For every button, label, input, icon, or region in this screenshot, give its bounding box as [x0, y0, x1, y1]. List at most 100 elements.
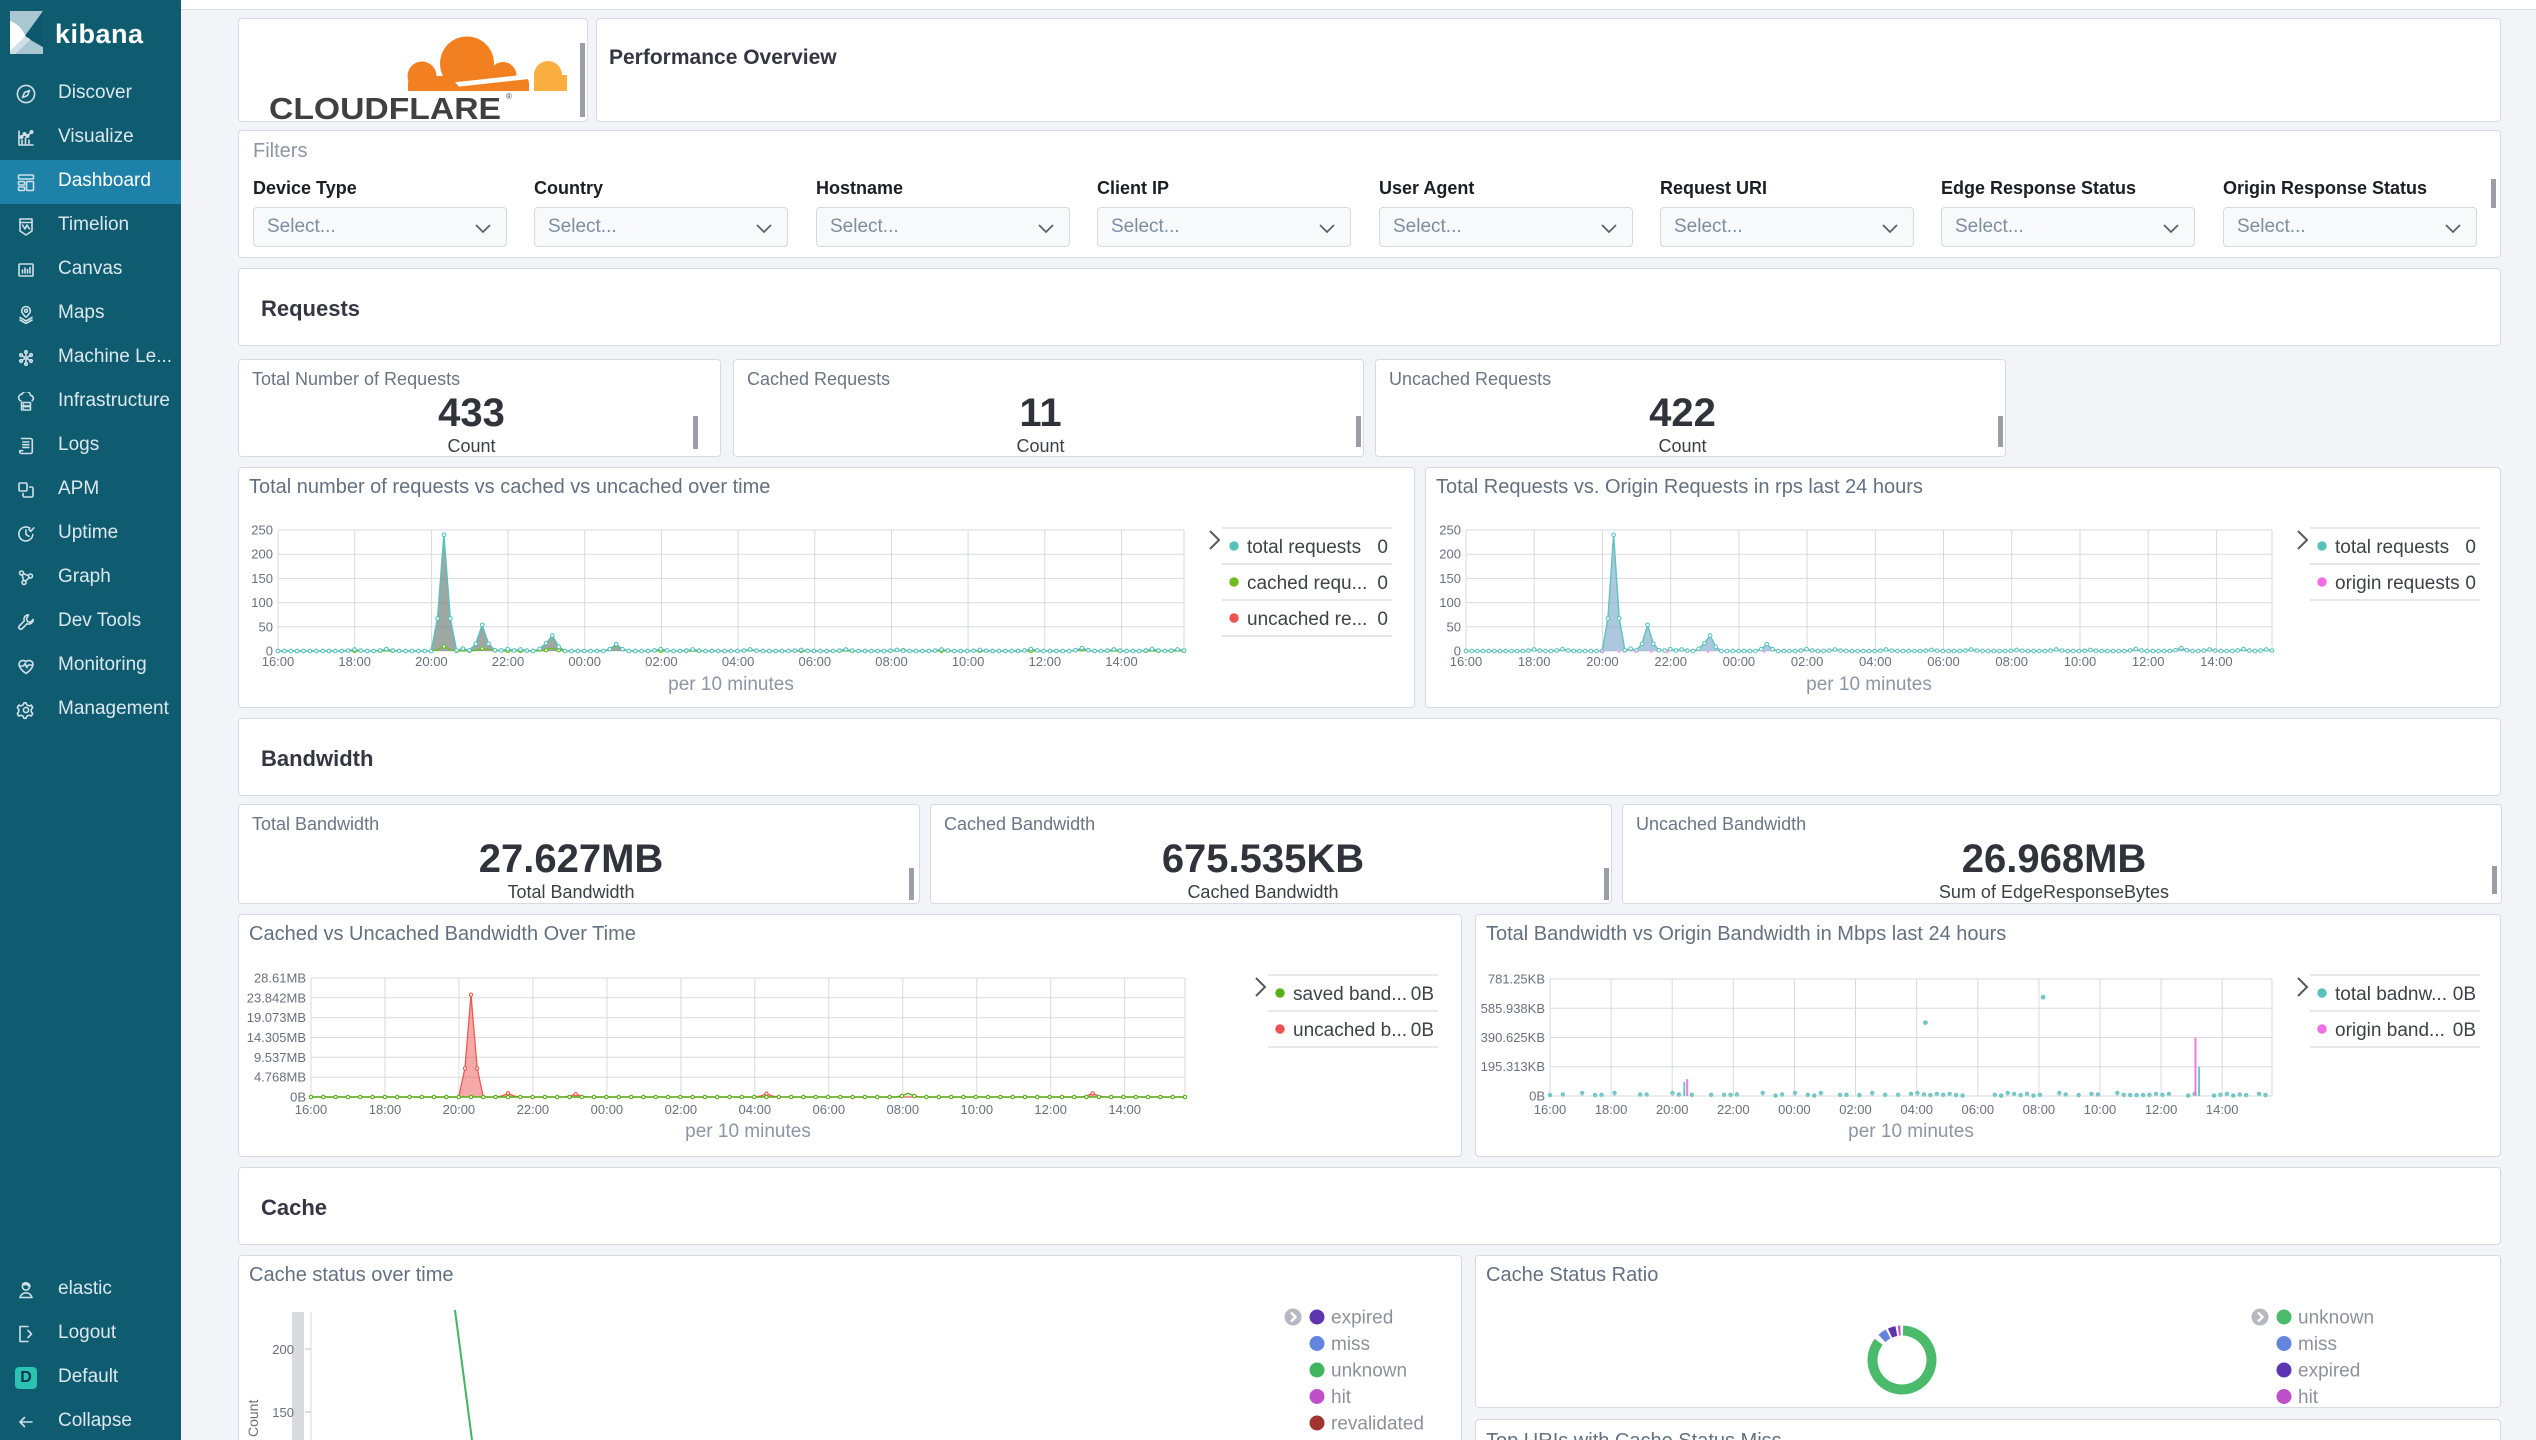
svg-text:00:00: 00:00 — [568, 654, 601, 669]
svg-text:50: 50 — [1447, 619, 1461, 634]
svg-text:28.61MB: 28.61MB — [254, 971, 306, 986]
svg-text:miss: miss — [1331, 1334, 1370, 1355]
svg-text:150: 150 — [251, 571, 273, 586]
svg-text:100: 100 — [1439, 595, 1461, 610]
svg-text:14:00: 14:00 — [2200, 654, 2233, 669]
svg-text:22:00: 22:00 — [1654, 654, 1687, 669]
svg-text:200: 200 — [1439, 547, 1461, 562]
svg-text:18:00: 18:00 — [1518, 654, 1551, 669]
svg-text:hit: hit — [2298, 1387, 2319, 1408]
svg-text:08:00: 08:00 — [2023, 1102, 2056, 1117]
svg-text:uncached re...: uncached re... — [1247, 609, 1367, 630]
svg-text:00:00: 00:00 — [1778, 1102, 1811, 1117]
svg-text:0B: 0B — [1411, 1020, 1434, 1041]
svg-text:per 10 minutes: per 10 minutes — [668, 674, 794, 695]
svg-text:150: 150 — [272, 1405, 294, 1420]
svg-text:20:00: 20:00 — [1586, 654, 1619, 669]
svg-text:200: 200 — [251, 547, 273, 562]
svg-text:250: 250 — [251, 523, 273, 538]
svg-text:12:00: 12:00 — [1034, 1102, 1067, 1117]
svg-text:195.313KB: 195.313KB — [1481, 1059, 1545, 1074]
svg-text:02:00: 02:00 — [645, 654, 678, 669]
svg-text:04:00: 04:00 — [722, 654, 755, 669]
svg-text:total requests: total requests — [1247, 537, 1361, 558]
svg-text:16:00: 16:00 — [1534, 1102, 1567, 1117]
svg-text:781.25KB: 781.25KB — [1488, 972, 1545, 987]
svg-text:23.842MB: 23.842MB — [247, 990, 306, 1005]
svg-text:per 10 minutes: per 10 minutes — [1806, 674, 1932, 695]
svg-text:0B: 0B — [2453, 1020, 2476, 1041]
svg-text:expired: expired — [1331, 1308, 1393, 1329]
svg-text:02:00: 02:00 — [665, 1102, 698, 1117]
svg-text:20:00: 20:00 — [1656, 1102, 1689, 1117]
svg-text:Count: Count — [245, 1400, 261, 1437]
svg-text:06:00: 06:00 — [813, 1102, 846, 1117]
svg-text:12:00: 12:00 — [2145, 1102, 2178, 1117]
svg-text:04:00: 04:00 — [1900, 1102, 1933, 1117]
svg-text:16:00: 16:00 — [295, 1102, 328, 1117]
svg-text:10:00: 10:00 — [952, 654, 985, 669]
svg-text:14:00: 14:00 — [2206, 1102, 2239, 1117]
svg-text:08:00: 08:00 — [887, 1102, 920, 1117]
svg-text:CLOUDFLARE: CLOUDFLARE — [269, 91, 501, 123]
svg-text:origin band...: origin band... — [2335, 1020, 2445, 1041]
svg-text:0: 0 — [2465, 537, 2476, 558]
svg-text:cached requ...: cached requ... — [1247, 573, 1367, 594]
svg-text:®: ® — [506, 92, 512, 101]
svg-text:19.073MB: 19.073MB — [247, 1010, 306, 1025]
svg-text:miss: miss — [2298, 1334, 2337, 1355]
svg-text:200: 200 — [272, 1342, 294, 1357]
svg-text:0: 0 — [2465, 573, 2476, 594]
svg-text:18:00: 18:00 — [338, 654, 371, 669]
svg-text:9.537MB: 9.537MB — [254, 1050, 306, 1065]
svg-text:12:00: 12:00 — [2132, 654, 2165, 669]
svg-text:0B: 0B — [1411, 984, 1434, 1005]
svg-text:per 10 minutes: per 10 minutes — [1848, 1121, 1974, 1142]
svg-text:00:00: 00:00 — [1723, 654, 1756, 669]
svg-text:expired: expired — [2298, 1361, 2360, 1382]
svg-text:10:00: 10:00 — [2064, 654, 2097, 669]
svg-text:00:00: 00:00 — [591, 1102, 624, 1117]
svg-text:100: 100 — [251, 595, 273, 610]
svg-text:10:00: 10:00 — [961, 1102, 994, 1117]
svg-text:04:00: 04:00 — [739, 1102, 772, 1117]
svg-text:0: 0 — [1377, 537, 1388, 558]
svg-text:390.625KB: 390.625KB — [1481, 1030, 1545, 1045]
svg-text:08:00: 08:00 — [1995, 654, 2028, 669]
svg-text:12:00: 12:00 — [1029, 654, 1062, 669]
svg-text:02:00: 02:00 — [1791, 654, 1824, 669]
svg-text:total requests: total requests — [2335, 537, 2449, 558]
svg-text:50: 50 — [259, 619, 273, 634]
svg-text:02:00: 02:00 — [1839, 1102, 1872, 1117]
svg-text:18:00: 18:00 — [369, 1102, 402, 1117]
svg-text:0: 0 — [1377, 609, 1388, 630]
svg-text:22:00: 22:00 — [492, 654, 525, 669]
svg-text:saved band...: saved band... — [1293, 984, 1407, 1005]
svg-text:0: 0 — [1377, 573, 1388, 594]
svg-text:08:00: 08:00 — [875, 654, 908, 669]
svg-text:04:00: 04:00 — [1859, 654, 1892, 669]
svg-text:18:00: 18:00 — [1595, 1102, 1628, 1117]
svg-text:uncached b...: uncached b... — [1293, 1020, 1407, 1041]
svg-text:14:00: 14:00 — [1108, 1102, 1141, 1117]
svg-text:22:00: 22:00 — [517, 1102, 550, 1117]
svg-text:revalidated: revalidated — [1331, 1414, 1424, 1435]
svg-text:250: 250 — [1439, 523, 1461, 538]
svg-text:20:00: 20:00 — [443, 1102, 476, 1117]
svg-text:14.305MB: 14.305MB — [247, 1030, 306, 1045]
svg-text:06:00: 06:00 — [799, 654, 832, 669]
svg-text:22:00: 22:00 — [1717, 1102, 1750, 1117]
svg-text:06:00: 06:00 — [1927, 654, 1960, 669]
svg-text:16:00: 16:00 — [1450, 654, 1483, 669]
svg-text:10:00: 10:00 — [2084, 1102, 2117, 1117]
svg-text:total badnw...: total badnw... — [2335, 984, 2447, 1005]
svg-text:0B: 0B — [2453, 984, 2476, 1005]
svg-text:4.768MB: 4.768MB — [254, 1070, 306, 1085]
svg-text:hit: hit — [1331, 1387, 1352, 1408]
svg-text:14:00: 14:00 — [1105, 654, 1138, 669]
svg-text:unknown: unknown — [1331, 1361, 1407, 1382]
svg-text:150: 150 — [1439, 571, 1461, 586]
svg-text:585.938KB: 585.938KB — [1481, 1001, 1545, 1016]
svg-text:origin requests: origin requests — [2335, 573, 2460, 594]
svg-text:20:00: 20:00 — [415, 654, 448, 669]
